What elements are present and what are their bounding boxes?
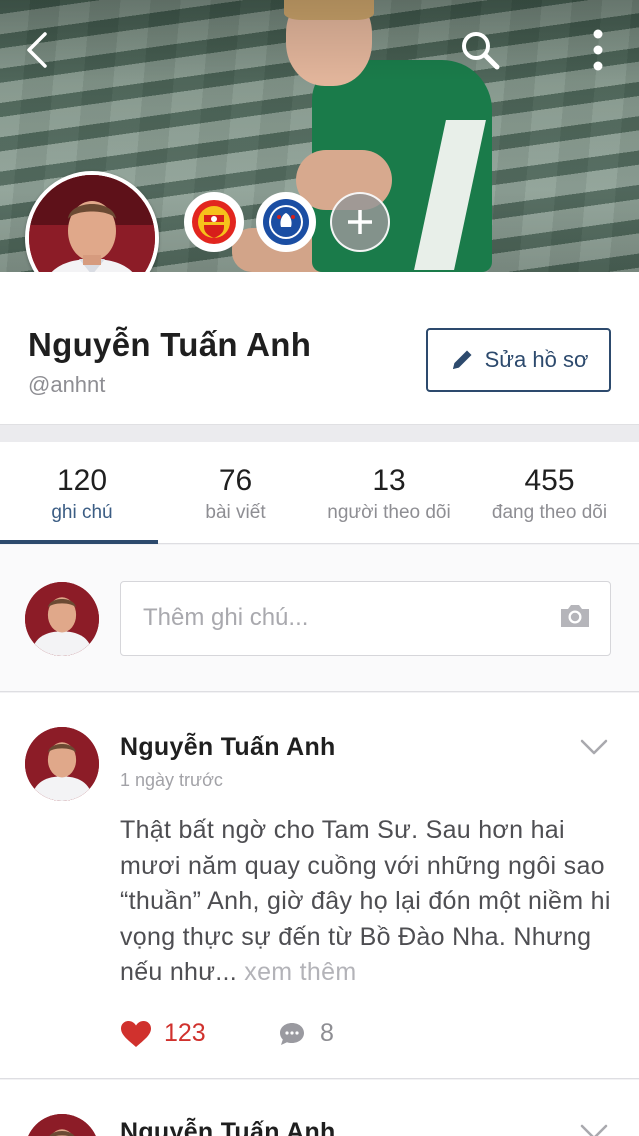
like-button[interactable]: 123 [120, 1019, 206, 1048]
post-timestamp: 1 ngày trước [120, 770, 223, 790]
comment-count: 8 [320, 1019, 334, 1047]
chelsea-badge[interactable] [256, 192, 316, 252]
chevron-down-icon[interactable] [578, 737, 610, 757]
tab-following[interactable]: 455 đang theo dõi [472, 442, 627, 544]
see-more-link[interactable]: xem thêm [244, 958, 356, 986]
comment-icon [280, 1022, 304, 1045]
stat-value: 13 [372, 464, 406, 497]
tab-followers[interactable]: 13 người theo dõi [313, 442, 465, 544]
avatar[interactable] [25, 727, 99, 801]
back-button[interactable] [10, 22, 66, 78]
post-text: Thật bất ngờ cho Tam Sư. Sau hơn hai mươ… [120, 816, 611, 986]
add-club-button[interactable] [330, 192, 390, 252]
plus-icon [348, 210, 372, 234]
post-card: Nguyễn Tuấn Anh [0, 1080, 639, 1136]
manchester-united-badge[interactable] [184, 192, 244, 252]
stat-value: 120 [56, 464, 108, 497]
club-badge-icon [259, 195, 313, 249]
club-badge-icon [187, 195, 241, 249]
profile-name: Nguyễn Tuấn Anh [28, 326, 312, 363]
comment-button[interactable]: 8 [278, 1019, 334, 1048]
note-input-placeholder: Thêm ghi chú... [143, 604, 309, 631]
profile-screen: Nguyễn Tuấn Anh @anhnt Sửa hồ sơ 120 ghi… [0, 0, 639, 1136]
heart-icon [121, 1020, 151, 1047]
pencil-icon [452, 350, 472, 369]
section-divider [0, 424, 639, 442]
avatar[interactable] [25, 1114, 99, 1136]
stat-value: 76 [218, 464, 253, 497]
stat-label: ghi chú [51, 502, 113, 523]
stat-label: bài viết [205, 502, 266, 523]
active-tab-indicator [0, 540, 158, 544]
tab-posts[interactable]: 76 bài viết [158, 442, 313, 544]
post-card: Nguyễn Tuấn Anh 1 ngày trước Thật bất ng… [0, 693, 639, 1079]
post-author[interactable]: Nguyễn Tuấn Anh [120, 733, 336, 762]
profile-handle: @anhnt [28, 372, 106, 397]
stat-value: 455 [524, 464, 575, 497]
stat-label: người theo dõi [327, 502, 451, 523]
tab-notes[interactable]: 120 ghi chú [0, 442, 164, 544]
more-options-button[interactable] [570, 22, 626, 78]
stat-label: đang theo dõi [491, 502, 608, 523]
stats-tabs: 120 ghi chú 76 bài viết 13 người theo dõ… [0, 442, 639, 544]
chevron-down-icon[interactable] [578, 1122, 610, 1136]
edit-profile-button[interactable]: Sửa hồ sơ [426, 328, 611, 392]
like-count: 123 [164, 1019, 206, 1047]
post-author[interactable]: Nguyễn Tuấn Anh [120, 1118, 336, 1136]
search-button[interactable] [452, 22, 508, 78]
avatar[interactable] [25, 582, 99, 656]
camera-icon[interactable] [558, 602, 592, 630]
search-icon [462, 32, 500, 70]
edit-profile-label: Sửa hồ sơ [484, 347, 589, 372]
post-body: Thật bất ngờ cho Tam Sư. Sau hơn hai mươ… [120, 813, 615, 991]
note-input[interactable]: Thêm ghi chú... [120, 581, 611, 656]
compose-note: Thêm ghi chú... [0, 545, 639, 692]
more-vertical-icon [593, 29, 603, 71]
chevron-left-icon [27, 32, 47, 68]
